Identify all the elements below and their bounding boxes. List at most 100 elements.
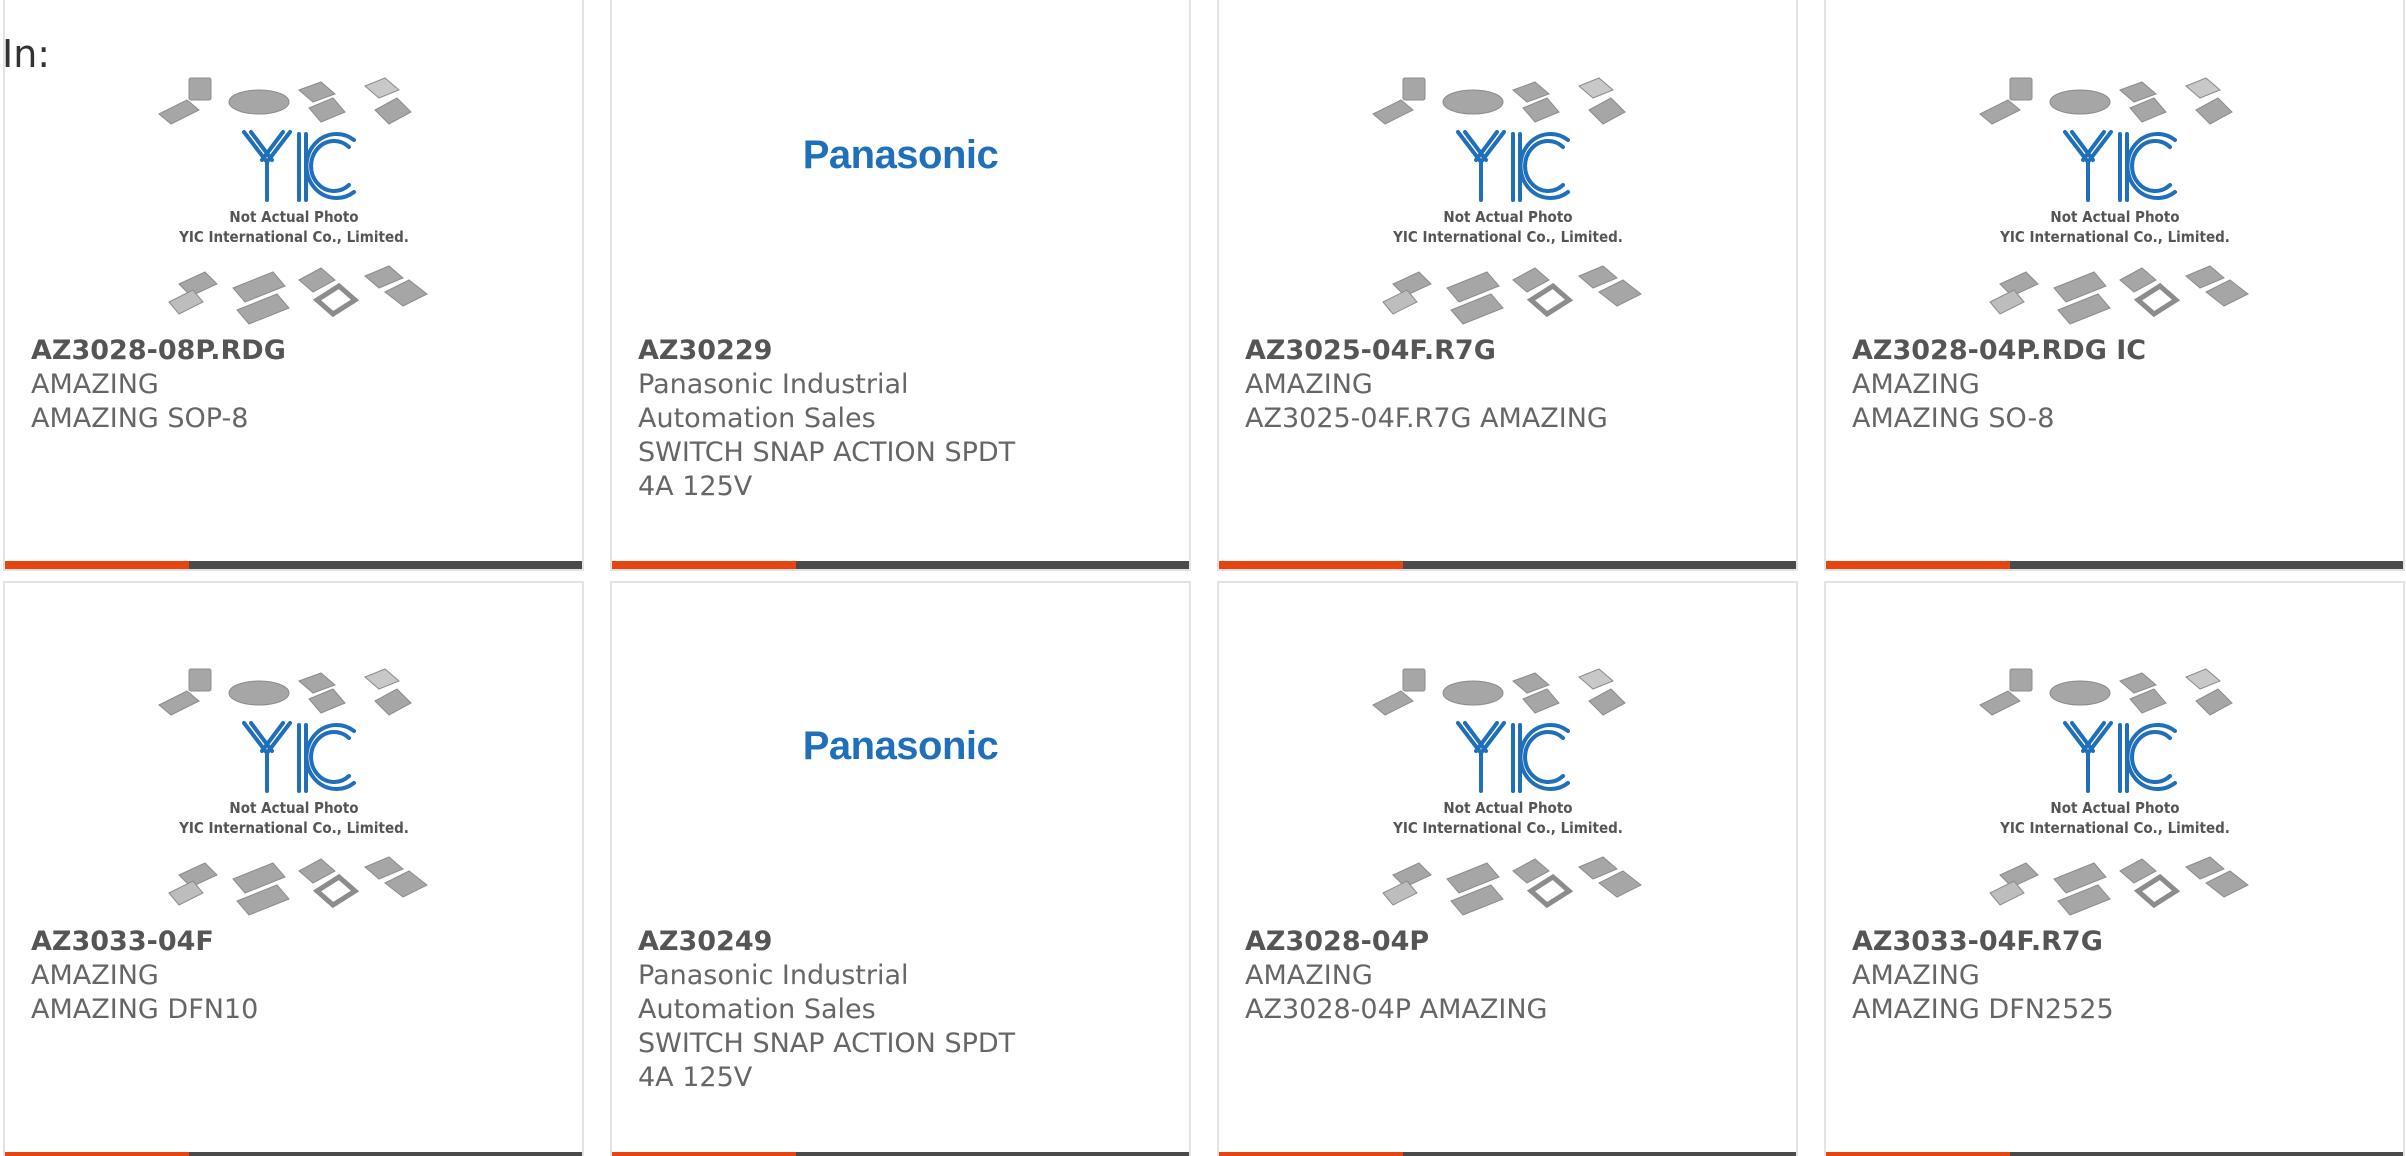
chip-icon [1511,267,1550,293]
product-image[interactable]: Not Actual Photo YIC International Co., … [5,72,582,328]
product-image[interactable]: Panasonic [612,72,1189,328]
part-number-link[interactable]: AZ3028-08P.RDG [31,334,451,368]
product-image[interactable]: Panasonic [612,663,1189,919]
chip-icon [1978,690,2021,716]
chip-icon [363,77,400,99]
chip-icon [2133,282,2180,318]
chip-icon [383,279,428,307]
placeholder-caption-2: YIC International Co., Limited. [178,819,409,837]
part-number-link[interactable]: AZ30249 [638,925,1058,959]
placeholder-caption-2: YIC International Co., Limited. [178,228,409,246]
chip-icon [373,688,412,716]
chip-icon [1391,271,1432,297]
yic-logo-icon [1455,721,1570,793]
part-number-link[interactable]: AZ3028-04P.RDG IC [1852,334,2272,368]
chip-icon [1988,289,2025,315]
yic-logo-icon [1455,130,1570,202]
yic-placeholder-image: Not Actual Photo YIC International Co., … [157,668,428,916]
product-info: AZ3028-04P.RDG IC AMAZING AMAZING SO-8 [1852,334,2272,436]
chip-icon [157,99,200,125]
product-description: AZ3025-04F.R7G AMAZING [1245,403,1608,434]
chip-icon [1998,862,2039,888]
product-info: AZ30249 Panasonic Industrial Automation S… [638,925,1058,1095]
chip-icon [1391,862,1432,888]
product-image[interactable]: Not Actual Photo YIC International Co., … [1826,72,2403,328]
product-card[interactable]: Not Actual Photo YIC International Co., … [1824,581,2405,1156]
card-footer-accent [1826,561,2010,569]
card-footer-bar [1826,1152,2403,1156]
manufacturer-name: AMAZING [1245,960,1373,991]
manufacturer-name: AMAZING [1852,369,1980,400]
card-footer-bar [5,1152,582,1156]
placeholder-caption-1: Not Actual Photo [1443,799,1572,817]
yic-logo-icon [2062,130,2177,202]
product-card[interactable]: Not Actual Photo YIC International Co., … [1824,0,2405,571]
card-footer-bar [1219,561,1796,569]
chip-icon [177,862,218,888]
product-image[interactable]: Not Actual Photo YIC International Co., … [5,663,582,919]
card-footer-accent [612,1152,796,1156]
product-info: AZ3025-04F.R7G AMAZING AZ3025-04F.R7G AMAZ… [1245,334,1665,436]
placeholder-caption-1: Not Actual Photo [229,208,358,226]
product-card[interactable]: Not Actual Photo YIC International Co., … [1217,581,1798,1156]
product-card[interactable]: Panasonic AZ30229 Panasonic Industrial Aut… [610,0,1191,571]
chip-icon [1442,680,1503,706]
chip-icon [383,870,428,898]
chip-icon [2133,873,2180,909]
chip-icon [228,680,289,706]
chip-icon [1577,668,1614,690]
placeholder-caption-1: Not Actual Photo [2050,799,2179,817]
chip-icon [297,858,336,884]
chip-icon [1587,97,1626,125]
product-image[interactable]: Not Actual Photo YIC International Co., … [1826,663,2403,919]
chip-icon [1577,856,1618,880]
yic-logo-icon [2062,721,2177,793]
card-footer-accent [1219,1152,1403,1156]
product-info: AZ3028-08P.RDG AMAZING AMAZING SOP-8 [31,334,451,436]
product-image[interactable]: Not Actual Photo YIC International Co., … [1219,72,1796,328]
panasonic-logo: Panasonic [802,132,999,177]
chip-icon [2009,668,2032,692]
product-info: AZ3033-04F.R7G AMAZING AMAZING DFN2525 [1852,925,2272,1027]
chip-icon [188,668,211,692]
chip-icon [1577,77,1614,99]
chip-icon [297,267,336,293]
product-card[interactable]: Not Actual Photo YIC International Co., … [1217,0,1798,571]
chip-icon [1587,688,1626,716]
chip-icon [363,856,404,880]
part-number-link[interactable]: AZ3028-04P [1245,925,1665,959]
product-description: AMAZING SOP-8 [31,403,249,434]
card-footer-accent [1219,561,1403,569]
part-number-link[interactable]: AZ30229 [638,334,1058,368]
chip-icon [1381,880,1418,906]
yic-placeholder-image: Not Actual Photo YIC International Co., … [1978,77,2249,325]
chip-icon [2049,680,2110,706]
part-number-link[interactable]: AZ3033-04F [31,925,451,959]
chip-icon [2009,77,2032,101]
chip-icon [1577,265,1618,289]
part-number-link[interactable]: AZ3033-04F.R7G [1852,925,2272,959]
chip-icon [363,265,404,289]
placeholder-caption-1: Not Actual Photo [1443,208,1572,226]
yic-placeholder-image: Not Actual Photo YIC International Co., … [157,77,428,325]
chip-icon [1402,668,1425,692]
part-number-link[interactable]: AZ3025-04F.R7G [1245,334,1665,368]
product-card[interactable]: Not Actual Photo YIC International Co., … [3,581,584,1156]
manufacturer-name: AMAZING [1852,960,1980,991]
chip-icon [167,289,204,315]
chip-icon [2184,668,2221,690]
filter-label: In: [2,32,51,76]
product-description: SWITCH SNAP ACTION SPDT 4A 125V [638,1028,1016,1093]
product-card[interactable]: Not Actual Photo YIC International Co., … [3,0,584,571]
card-footer-bar [5,561,582,569]
chip-icon [373,97,412,125]
chip-icon [1988,880,2025,906]
product-image[interactable]: Not Actual Photo YIC International Co., … [1219,663,1796,919]
placeholder-caption-1: Not Actual Photo [2050,208,2179,226]
chip-icon [188,77,211,101]
chip-icon [1526,873,1573,909]
placeholder-caption-2: YIC International Co., Limited. [1999,819,2230,837]
chip-icon [2194,97,2233,125]
product-card[interactable]: Panasonic AZ30249 Panasonic Industrial Aut… [610,581,1191,1156]
manufacturer-name: AMAZING [31,960,159,991]
